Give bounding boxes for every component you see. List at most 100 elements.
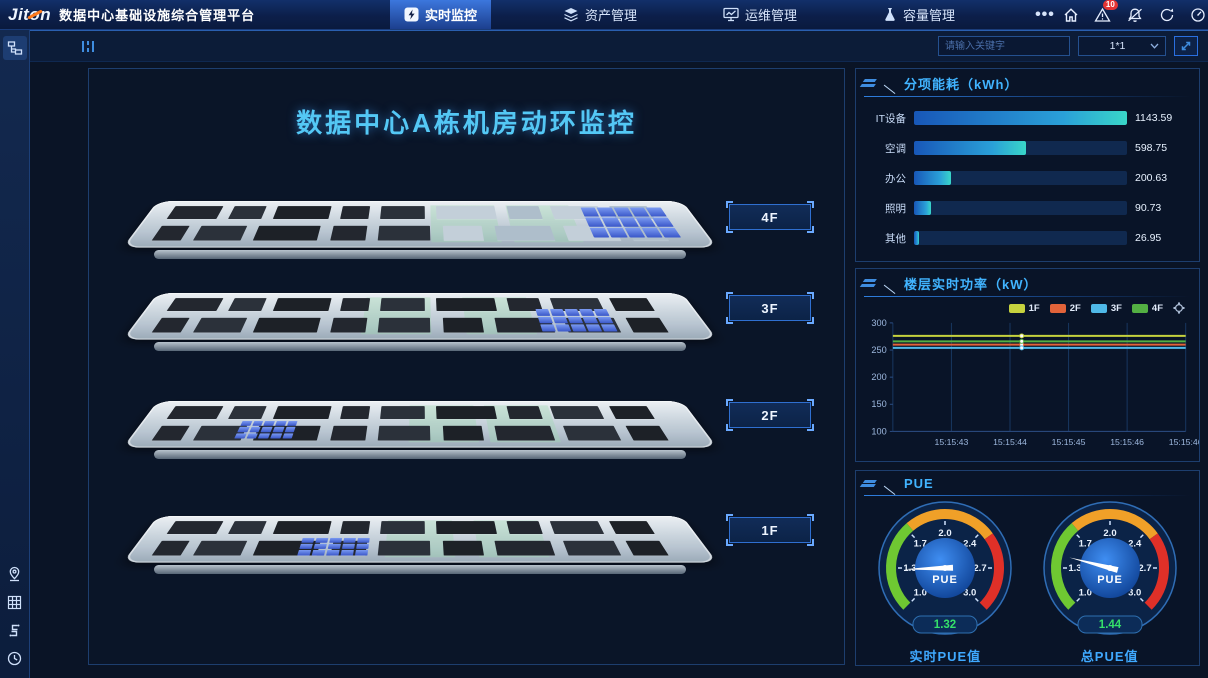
pue-gauges: 1.01.31.72.02.42.73.0PUE1.32实时PUE值1.01.3… — [856, 496, 1199, 665]
expand-arrows-icon — [1180, 40, 1192, 52]
layers-icon — [563, 7, 579, 22]
bar-track — [914, 231, 1127, 245]
brand[interactable]: Jiton 数据中心基础设施综合管理平台 — [0, 5, 300, 25]
svg-text:2.0: 2.0 — [939, 528, 952, 539]
panel-header: 楼层实时功率（kW） — [856, 269, 1199, 293]
alarm-count-badge: 10 — [1103, 0, 1118, 10]
legend-swatch — [1009, 304, 1025, 313]
panel-slash-decoration — [884, 274, 904, 294]
panel-corner-icon — [864, 79, 880, 87]
grid-table-icon[interactable] — [7, 595, 22, 610]
lightning-icon — [404, 7, 419, 22]
legend-label: 1F — [1029, 303, 1040, 314]
legend-label: 4F — [1152, 303, 1163, 314]
legend-label: 3F — [1111, 303, 1122, 314]
legend-swatch — [1050, 304, 1066, 313]
topbar-actions: 10 数据中心... — [1063, 0, 1208, 39]
speed-gauge-icon[interactable] — [1190, 7, 1206, 23]
device-tree-icon[interactable] — [3, 36, 27, 60]
toolbar-controls: 1*1 — [938, 36, 1208, 56]
location-pin-icon[interactable] — [7, 566, 22, 582]
floor-button-4f[interactable]: 4F — [729, 204, 811, 230]
clock-history-icon[interactable] — [7, 651, 22, 666]
svg-text:1.32: 1.32 — [934, 619, 956, 631]
nav-item-label: 容量管理 — [903, 5, 955, 24]
energy-breakdown-panel: 分项能耗（kWh） IT设备1143.59空调598.75办公200.63照明9… — [855, 68, 1200, 262]
bar-track — [914, 111, 1127, 125]
sidebar-tools — [7, 566, 22, 678]
bar-value: 26.95 — [1135, 232, 1187, 244]
floor-3d-2f[interactable] — [137, 369, 703, 465]
power-line-chart: 30025020015010015:15:4315:15:4415:15:451… — [856, 315, 1199, 461]
nav-item-label: 资产管理 — [585, 5, 637, 24]
pue-panel: PUE 1.01.31.72.02.42.73.0PUE1.32实时PUE值1.… — [855, 470, 1200, 666]
chart-restore-icon[interactable] — [1173, 302, 1185, 314]
bar-category-label: 照明 — [866, 201, 906, 216]
floor-button-2f[interactable]: 2F — [729, 402, 811, 428]
bar-category-label: 空调 — [866, 141, 906, 156]
left-sidebar — [0, 30, 30, 678]
machine-room-3d-panel: 数据中心A栋机房动环监控 4F 3F 2F 1F — [88, 68, 845, 665]
home-icon[interactable] — [1063, 7, 1079, 23]
energy-bar-row: IT设备1143.59 — [866, 111, 1187, 126]
nav-item-capacity-mgmt[interactable]: 容量管理 — [869, 0, 969, 29]
floor-button-1f[interactable]: 1F — [729, 517, 811, 543]
app-root: Jiton 数据中心基础设施综合管理平台 实时监控 资产管理 运维管理 容量管理… — [0, 0, 1208, 678]
svg-text:PUE: PUE — [1097, 574, 1123, 586]
bar-value: 90.73 — [1135, 202, 1187, 214]
nav-item-realtime-monitor[interactable]: 实时监控 — [390, 0, 491, 29]
main-nav: 实时监控 资产管理 运维管理 容量管理 ••• — [390, 0, 1063, 29]
svg-text:PUE: PUE — [933, 574, 959, 586]
mute-bell-icon[interactable] — [1126, 7, 1144, 23]
alarm-warning-icon[interactable]: 10 — [1094, 7, 1111, 23]
legend-item-4f[interactable]: 4F — [1132, 303, 1163, 314]
nav-item-label: 运维管理 — [745, 5, 797, 24]
refresh-cycle-icon[interactable] — [1159, 7, 1175, 23]
energy-bar-row: 照明 90.73 — [866, 201, 1187, 216]
bar-fill — [914, 141, 1026, 155]
legend-item-1f[interactable]: 1F — [1009, 303, 1040, 314]
nav-item-ops-mgmt[interactable]: 运维管理 — [709, 0, 811, 29]
layout-select-value: 1*1 — [1085, 40, 1150, 52]
floor-3d-4f[interactable] — [137, 169, 703, 265]
bar-fill — [914, 231, 919, 245]
svg-text:15:15:44: 15:15:44 — [993, 437, 1027, 447]
chevron-down-icon — [1150, 43, 1159, 49]
energy-bar-row: 空调 598.75 — [866, 141, 1187, 156]
bar-category-label: 其他 — [866, 231, 906, 246]
energy-bar-chart: IT设备1143.59空调598.75办公200.63照明90.73其他26.9… — [856, 97, 1199, 261]
search-input[interactable] — [938, 36, 1070, 56]
svg-text:2.7: 2.7 — [1138, 563, 1151, 574]
pue-gauge-svg: 1.01.31.72.02.42.73.0PUE1.44 — [1035, 498, 1185, 648]
bar-track — [914, 171, 1127, 185]
bar-value: 1143.59 — [1135, 112, 1187, 124]
svg-text:15:15:46: 15:15:46 — [1169, 437, 1199, 447]
legend-swatch — [1091, 304, 1107, 313]
pipeline-link-icon[interactable] — [7, 623, 22, 638]
svg-text:100: 100 — [871, 427, 886, 437]
svg-text:300: 300 — [871, 318, 886, 328]
scene-title: 数据中心A栋机房动环监控 — [89, 103, 844, 140]
nav-item-asset-mgmt[interactable]: 资产管理 — [549, 0, 651, 29]
panel-corner-icon — [864, 480, 880, 488]
view-toolbar: 1*1 — [30, 30, 1208, 62]
layout-select[interactable]: 1*1 — [1078, 36, 1166, 56]
legend-item-2f[interactable]: 2F — [1050, 303, 1081, 314]
fullscreen-expand-button[interactable] — [1174, 36, 1198, 56]
legend-item-3f[interactable]: 3F — [1091, 303, 1122, 314]
svg-text:1.3: 1.3 — [1068, 563, 1081, 574]
bar-fill — [914, 111, 1127, 125]
layout-columns-icon[interactable] — [80, 39, 96, 54]
dashboard-content: 数据中心A栋机房动环监控 4F 3F 2F 1F 分项能耗（kWh） IT设备1… — [30, 62, 1208, 678]
gauge-label: 总PUE值 — [1081, 646, 1139, 665]
panel-header: 分项能耗（kWh） — [856, 69, 1199, 93]
svg-text:150: 150 — [871, 399, 886, 409]
bar-category-label: 办公 — [866, 171, 906, 186]
nav-item-label: 实时监控 — [425, 5, 477, 24]
floor-3d-1f[interactable] — [137, 484, 703, 580]
topbar: Jiton 数据中心基础设施综合管理平台 实时监控 资产管理 运维管理 容量管理… — [0, 0, 1208, 30]
bar-value: 598.75 — [1135, 142, 1187, 154]
floor-3d-3f[interactable] — [137, 261, 703, 357]
nav-more-button[interactable]: ••• — [1027, 6, 1063, 24]
floor-button-3f[interactable]: 3F — [729, 295, 811, 321]
